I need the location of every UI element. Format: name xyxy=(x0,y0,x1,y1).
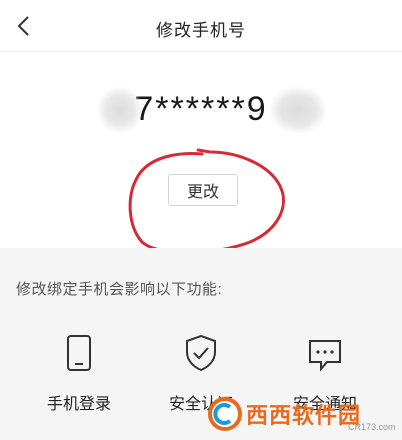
page-title: 修改手机号 xyxy=(156,21,246,40)
phone-section: 7******9 更改 xyxy=(0,52,402,255)
watermark-domain: CR173.com xyxy=(348,422,396,432)
masked-phone-number: 7******9 xyxy=(134,90,268,128)
watermark-logo-icon xyxy=(208,397,242,431)
watermark: 西西软件园 CR173.com xyxy=(208,392,400,436)
phone-icon xyxy=(67,335,91,371)
feature-label: 手机登录 xyxy=(46,396,111,413)
nav-bar: 修改手机号 xyxy=(0,0,402,52)
feature-phone-login: 手机登录 xyxy=(24,332,134,414)
watermark-brand: 西西软件园 xyxy=(246,404,362,429)
redaction-blur-left xyxy=(98,87,142,133)
shield-check-icon xyxy=(186,334,216,372)
message-icon xyxy=(309,340,341,372)
notice-text: 修改绑定手机会影响以下功能: xyxy=(16,281,223,298)
change-button[interactable]: 更改 xyxy=(168,174,238,206)
redaction-blur-right xyxy=(270,87,326,133)
